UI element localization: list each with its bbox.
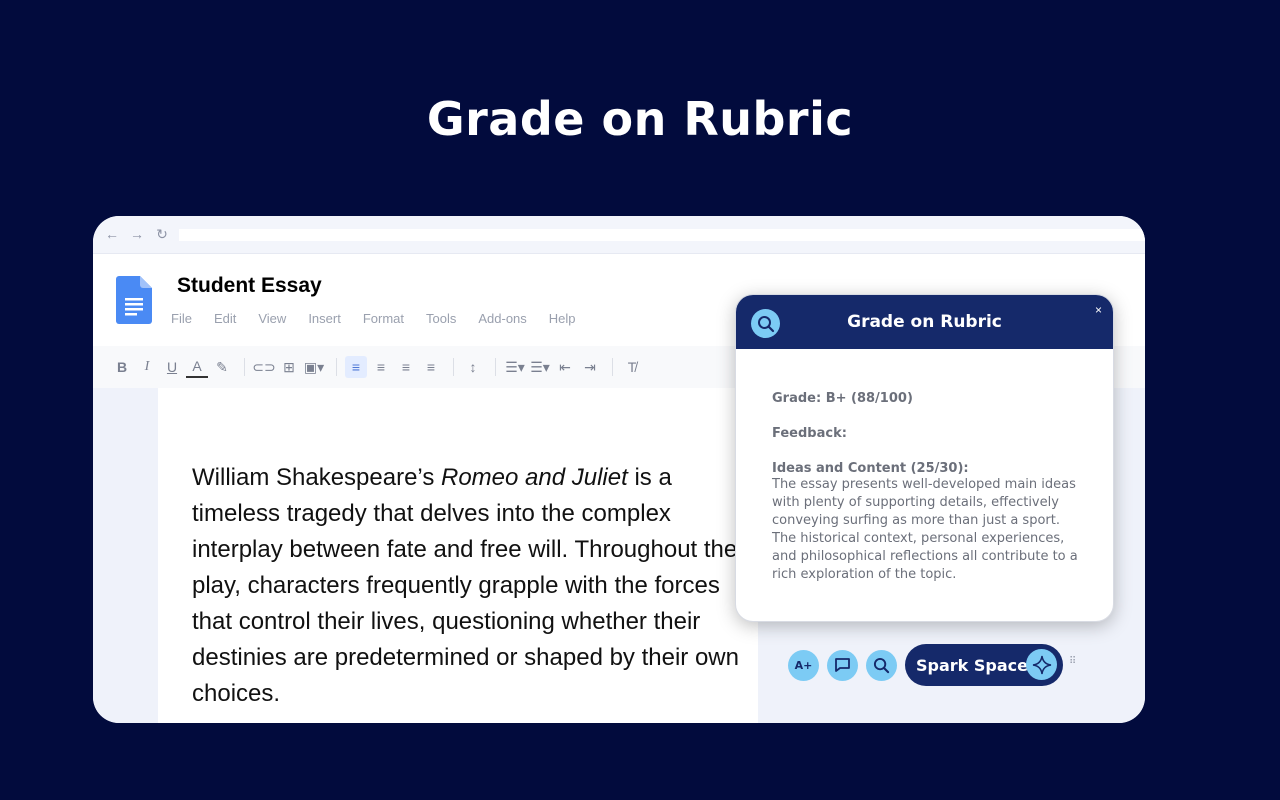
- essay-part2: is a timeless tragedy that delves into t…: [192, 464, 739, 707]
- address-bar[interactable]: [179, 229, 1145, 241]
- essay-italic-title: Romeo and Juliet: [441, 464, 628, 491]
- italic-icon[interactable]: I: [136, 356, 158, 378]
- menu-addons[interactable]: Add-ons: [478, 311, 526, 326]
- drag-handle-icon[interactable]: ⠿: [1069, 657, 1077, 671]
- section-text: The essay presents well-developed main i…: [772, 477, 1078, 582]
- sparkle-icon: [1026, 649, 1057, 680]
- menu-insert[interactable]: Insert: [308, 311, 341, 326]
- reload-icon[interactable]: ↻: [154, 226, 170, 242]
- spark-toolbar: A+ Spark Space ⠿: [788, 644, 1077, 686]
- close-icon[interactable]: ×: [1095, 303, 1102, 317]
- increase-indent-icon[interactable]: ⇥: [579, 356, 601, 378]
- toolbar-divider: [336, 358, 337, 376]
- menu-format[interactable]: Format: [363, 311, 404, 326]
- numbered-list-icon[interactable]: ☰▾: [504, 356, 526, 378]
- panel-title: Grade on Rubric: [847, 312, 1002, 332]
- hero-title: Grade on Rubric: [426, 92, 854, 146]
- highlight-icon[interactable]: ✎: [211, 356, 233, 378]
- essay-text[interactable]: William Shakespeare’s Romeo and Juliet i…: [192, 460, 752, 712]
- bulleted-list-icon[interactable]: ☰▾: [529, 356, 551, 378]
- essay-part1: William Shakespeare’s: [192, 464, 441, 491]
- browser-toolbar: ← → ↻: [93, 216, 1145, 254]
- align-left-icon[interactable]: ≡: [345, 356, 367, 378]
- panel-body: Grade: B+ (88/100) Feedback: Ideas and C…: [736, 349, 1113, 584]
- back-arrow-icon[interactable]: ←: [104, 226, 120, 242]
- grade-value: Grade: B+ (88/100): [772, 391, 913, 406]
- decrease-indent-icon[interactable]: ⇤: [554, 356, 576, 378]
- docs-logo-icon: [116, 276, 152, 324]
- grade-button[interactable]: A+: [788, 649, 819, 681]
- bold-icon[interactable]: B: [111, 356, 133, 378]
- toolbar-divider: [495, 358, 496, 376]
- menu-tools[interactable]: Tools: [426, 311, 456, 326]
- forward-arrow-icon[interactable]: →: [129, 226, 145, 242]
- search-icon[interactable]: [866, 649, 897, 681]
- link-icon[interactable]: ⊂⊃: [252, 356, 275, 378]
- line-spacing-icon[interactable]: ↕: [462, 356, 484, 378]
- menu-bar: File Edit View Insert Format Tools Add-o…: [171, 311, 598, 326]
- align-right-icon[interactable]: ≡: [395, 356, 417, 378]
- align-justify-icon[interactable]: ≡: [420, 356, 442, 378]
- grade-panel: Grade on Rubric × Grade: B+ (88/100) Fee…: [735, 294, 1114, 622]
- section-title: Ideas and Content (25/30):: [772, 461, 969, 476]
- add-comment-icon[interactable]: ⊞: [278, 356, 300, 378]
- panel-header: Grade on Rubric ×: [736, 295, 1113, 349]
- menu-file[interactable]: File: [171, 311, 192, 326]
- document-page[interactable]: William Shakespeare’s Romeo and Juliet i…: [158, 388, 758, 723]
- menu-help[interactable]: Help: [549, 311, 576, 326]
- menu-view[interactable]: View: [258, 311, 286, 326]
- toolbar-divider: [244, 358, 245, 376]
- underline-icon[interactable]: U: [161, 356, 183, 378]
- insert-image-icon[interactable]: ▣▾: [303, 356, 325, 378]
- menu-edit[interactable]: Edit: [214, 311, 236, 326]
- comment-icon[interactable]: [827, 649, 858, 681]
- spark-space-label: Spark Space: [916, 655, 1028, 675]
- feedback-label: Feedback:: [772, 426, 847, 441]
- toolbar-divider: [612, 358, 613, 376]
- text-color-icon[interactable]: A: [186, 356, 208, 378]
- clear-formatting-icon[interactable]: T̸: [621, 356, 643, 378]
- toolbar-divider: [453, 358, 454, 376]
- spark-space-button[interactable]: Spark Space: [905, 644, 1063, 686]
- document-title[interactable]: Student Essay: [177, 274, 322, 298]
- align-center-icon[interactable]: ≡: [370, 356, 392, 378]
